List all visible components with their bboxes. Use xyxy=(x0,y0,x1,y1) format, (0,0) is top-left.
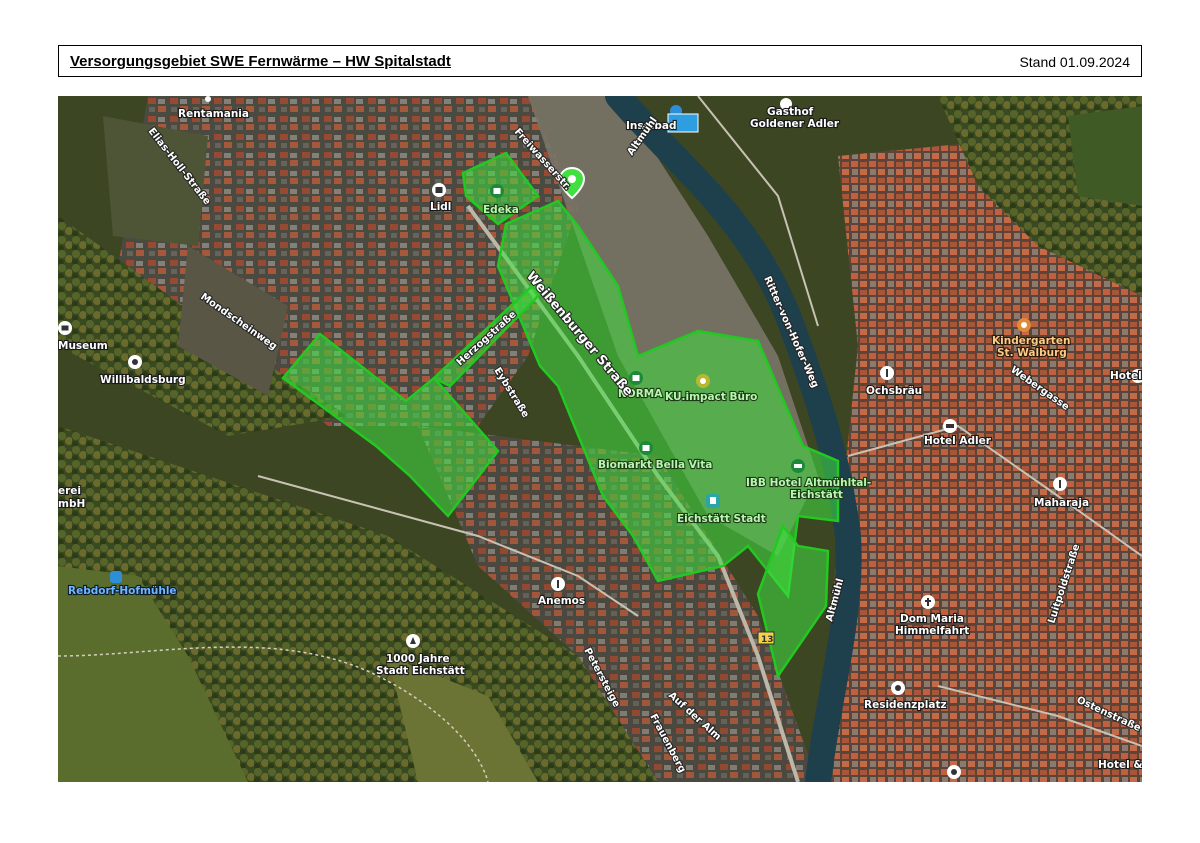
label-goldener-adler: Goldener Adler xyxy=(750,118,840,130)
label-lidl: Lidl xyxy=(430,201,451,213)
label-rebdorf: Rebdorf-Hofmühle xyxy=(68,585,177,597)
map-header: Versorgungsgebiet SWE Fernwärme – HW Spi… xyxy=(58,45,1142,77)
poi-maharaja-icon xyxy=(1053,477,1067,491)
poi-1000-jahre-icon xyxy=(406,634,420,648)
label-eichstatt-stadt: Eichstätt Stadt xyxy=(677,513,766,525)
label-residenzplatz: Residenzplatz xyxy=(864,699,947,711)
label-erei: erei xyxy=(58,485,81,497)
label-dom-1: Dom Maria xyxy=(900,613,964,625)
label-gasthof: Gasthof xyxy=(767,106,814,118)
label-dom-2: Himmelfahrt xyxy=(895,625,969,637)
poi-kindergarten-icon xyxy=(1017,318,1031,332)
label-ibb-hotel-2: Eichstätt xyxy=(790,489,843,501)
label-1000-jahre-2: Stadt Eichstätt xyxy=(376,665,465,677)
label-ku-impact: KU.impact Büro xyxy=(665,391,757,403)
label-willibaldsburg: Willibaldsburg xyxy=(100,374,186,386)
label-1000-jahre-1: 1000 Jahre xyxy=(386,653,450,665)
satellite-map[interactable]: 13 Rentamania Lidl Edeka Inselbad Gastho… xyxy=(58,96,1142,782)
label-mbh: mbH xyxy=(58,498,85,510)
poi-dom-icon xyxy=(921,595,935,609)
poi-rentamania-icon xyxy=(205,96,211,102)
poi-camera-icon xyxy=(947,765,961,779)
label-rentamania: Rentamania xyxy=(178,108,249,120)
label-anemos: Anemos xyxy=(538,595,585,607)
poi-rebdorf-icon xyxy=(110,571,122,583)
label-edeka: Edeka xyxy=(483,204,519,216)
poi-ochsbrau-icon xyxy=(880,366,894,380)
poi-museum-icon xyxy=(58,321,72,335)
poi-anemos-icon xyxy=(551,577,565,591)
poi-edeka-icon xyxy=(490,184,504,198)
label-kindergarten-2: St. Walburg xyxy=(997,347,1067,359)
map-date: Stand 01.09.2024 xyxy=(1019,54,1130,70)
label-hotel-right: Hotel xyxy=(1110,370,1142,382)
label-ibb-hotel-1: IBB Hotel Altmühltal- xyxy=(746,477,871,489)
label-museum: Museum xyxy=(58,340,108,352)
label-maharaja: Maharaja xyxy=(1034,497,1089,509)
label-hotel-c: Hotel & C xyxy=(1098,759,1142,771)
label-hotel-adler: Hotel Adler xyxy=(924,435,992,447)
poi-ku-impact-icon xyxy=(696,374,710,388)
route-13-label: 13 xyxy=(761,635,774,645)
label-ochsbrau: Ochsbräu xyxy=(866,385,922,397)
poi-biomarkt-icon xyxy=(639,441,653,455)
poi-ibb-hotel-icon xyxy=(791,459,805,473)
label-kindergarten-1: Kindergarten xyxy=(992,335,1070,347)
poi-residenzplatz-icon xyxy=(891,681,905,695)
poi-hotel-adler-icon xyxy=(943,419,957,433)
poi-willibaldsburg-icon xyxy=(128,355,142,369)
label-biomarkt: Biomarkt Bella Vita xyxy=(598,459,712,471)
map-title: Versorgungsgebiet SWE Fernwärme – HW Spi… xyxy=(70,53,451,70)
field-northeast xyxy=(1068,106,1142,206)
poi-eichstatt-stadt-icon xyxy=(706,494,720,508)
poi-lidl-icon xyxy=(432,183,446,197)
